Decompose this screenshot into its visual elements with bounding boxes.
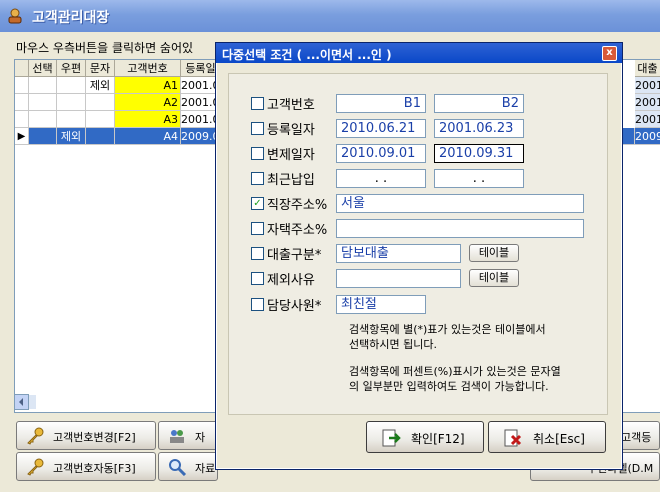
code-change-button[interactable]: 고객번호변경[F2] bbox=[16, 421, 156, 450]
staff-field[interactable]: 최친절 bbox=[336, 295, 426, 314]
checkbox-code[interactable] bbox=[251, 97, 264, 110]
exclude-reason-field[interactable] bbox=[336, 269, 461, 288]
key-icon bbox=[27, 458, 44, 476]
grid-cell-code[interactable]: A3 bbox=[115, 111, 181, 128]
home-address-field[interactable] bbox=[336, 219, 584, 238]
checkbox-reg-date[interactable] bbox=[251, 122, 264, 135]
checkbox-home-address[interactable] bbox=[251, 222, 264, 235]
row-indicator[interactable] bbox=[15, 77, 29, 94]
code-auto-button[interactable]: 고객번호자동[F3] bbox=[16, 452, 156, 481]
grid-cell[interactable]: 제외 bbox=[57, 128, 86, 145]
checkbox-staff[interactable] bbox=[251, 298, 264, 311]
grid-cell-right[interactable]: 2001 bbox=[635, 111, 660, 128]
magnifier-icon bbox=[169, 459, 187, 476]
arrow-right-icon bbox=[382, 429, 401, 447]
search-button[interactable]: 자료검색[F5] bbox=[158, 452, 218, 481]
hint-text: 마우스 우측버튼을 클릭하면 숨어있 bbox=[16, 41, 194, 55]
dialog-titlebar[interactable]: 다중선택 조건 ( ...이면서 ...인 ) x bbox=[216, 43, 622, 63]
row-indicator[interactable] bbox=[15, 111, 29, 128]
note-percent-line1: 검색항목에 퍼센트(%)표시가 있는것은 문자열 bbox=[349, 365, 561, 378]
grid-cell-right[interactable]: 2001 bbox=[635, 77, 660, 94]
grid-cell-right[interactable]: 2001 bbox=[635, 94, 660, 111]
criteria-panel: 고객번호 B1 B2 등록일자 2010.06.21 2001.06.23 변제… bbox=[228, 73, 608, 415]
grid-cell-code[interactable]: A2 bbox=[115, 94, 181, 111]
checkbox-loan-type[interactable] bbox=[251, 247, 264, 260]
cancel-icon bbox=[504, 429, 522, 447]
grid-cell[interactable] bbox=[29, 77, 57, 94]
reg-date-from-field[interactable]: 2010.06.21 bbox=[336, 119, 426, 138]
multi-select-dialog[interactable]: 다중선택 조건 ( ...이면서 ...인 ) x 고객번호 B1 B2 등록일… bbox=[215, 42, 623, 470]
col-header-right[interactable]: 대출 bbox=[635, 60, 660, 77]
grid-cell[interactable] bbox=[86, 128, 115, 145]
code-to-field[interactable]: B2 bbox=[434, 94, 524, 113]
grid-cell-code[interactable]: A4 bbox=[115, 128, 181, 145]
loan-type-field[interactable]: 담보대출 bbox=[336, 244, 461, 263]
checkbox-last-payment[interactable] bbox=[251, 172, 264, 185]
cancel-button[interactable]: 취소[Esc] bbox=[488, 421, 606, 453]
grid-cell[interactable] bbox=[57, 94, 86, 111]
grid-cell[interactable] bbox=[29, 128, 57, 145]
current-row-marker[interactable]: ▶ bbox=[15, 128, 29, 145]
row-indicator[interactable] bbox=[15, 94, 29, 111]
code-from-field[interactable]: B1 bbox=[336, 94, 426, 113]
work-address-field[interactable]: 서울 bbox=[336, 194, 584, 213]
key-icon bbox=[27, 427, 44, 445]
exclude-reason-table-button[interactable]: 테이블 bbox=[469, 269, 519, 287]
repay-date-to-field[interactable]: 2010.09.31 bbox=[434, 144, 524, 163]
repay-date-from-field[interactable]: 2010.09.01 bbox=[336, 144, 426, 163]
main-window-titlebar[interactable]: 고객관리대장 bbox=[0, 0, 660, 32]
col-header-code[interactable]: 고객번호 bbox=[115, 60, 181, 77]
grid-cell[interactable] bbox=[29, 94, 57, 111]
grid-cell-code[interactable]: A1 bbox=[115, 77, 181, 94]
note-star-line1: 검색항목에 별(*)표가 있는것은 테이블에서 bbox=[349, 323, 546, 336]
col-header-munja[interactable]: 문자 bbox=[86, 60, 115, 77]
col-header-select[interactable]: 선택 bbox=[29, 60, 57, 77]
row-indicator-header bbox=[15, 60, 29, 77]
grid-cell[interactable] bbox=[86, 94, 115, 111]
grid-cell-right[interactable]: 2009 bbox=[635, 128, 660, 145]
last-payment-to-field[interactable]: . . bbox=[434, 169, 524, 188]
loan-type-table-button[interactable]: 테이블 bbox=[469, 244, 519, 262]
confirm-button[interactable]: 확인[F12] bbox=[366, 421, 484, 453]
horizontal-scrollbar[interactable] bbox=[14, 394, 36, 410]
checkbox-repay-date[interactable] bbox=[251, 147, 264, 160]
grid-cell[interactable] bbox=[57, 77, 86, 94]
partial-button-1[interactable]: 자 bbox=[158, 421, 218, 450]
users-icon bbox=[170, 430, 184, 443]
last-payment-from-field[interactable]: . . bbox=[336, 169, 426, 188]
col-header-uphyeon[interactable]: 우편 bbox=[57, 60, 86, 77]
dialog-title: 다중선택 조건 ( ...이면서 ...인 ) bbox=[222, 48, 392, 62]
checkbox-work-address-checked[interactable]: ✓ bbox=[251, 197, 264, 210]
grid-cell[interactable] bbox=[86, 111, 115, 128]
checkbox-exclude-reason[interactable] bbox=[251, 272, 264, 285]
scroll-left-icon[interactable] bbox=[14, 394, 36, 410]
main-window-title: 고객관리대장 bbox=[32, 10, 110, 26]
reg-date-to-field[interactable]: 2001.06.23 bbox=[434, 119, 524, 138]
grid-cell[interactable] bbox=[29, 111, 57, 128]
app-icon bbox=[8, 8, 22, 24]
note-percent-line2: 의 일부분만 입력하여도 검색이 가능합니다. bbox=[349, 380, 549, 393]
note-star-line2: 선택하시면 됩니다. bbox=[349, 338, 437, 351]
grid-cell[interactable]: 제외 bbox=[86, 77, 115, 94]
close-icon[interactable]: x bbox=[602, 46, 617, 61]
grid-cell[interactable] bbox=[57, 111, 86, 128]
